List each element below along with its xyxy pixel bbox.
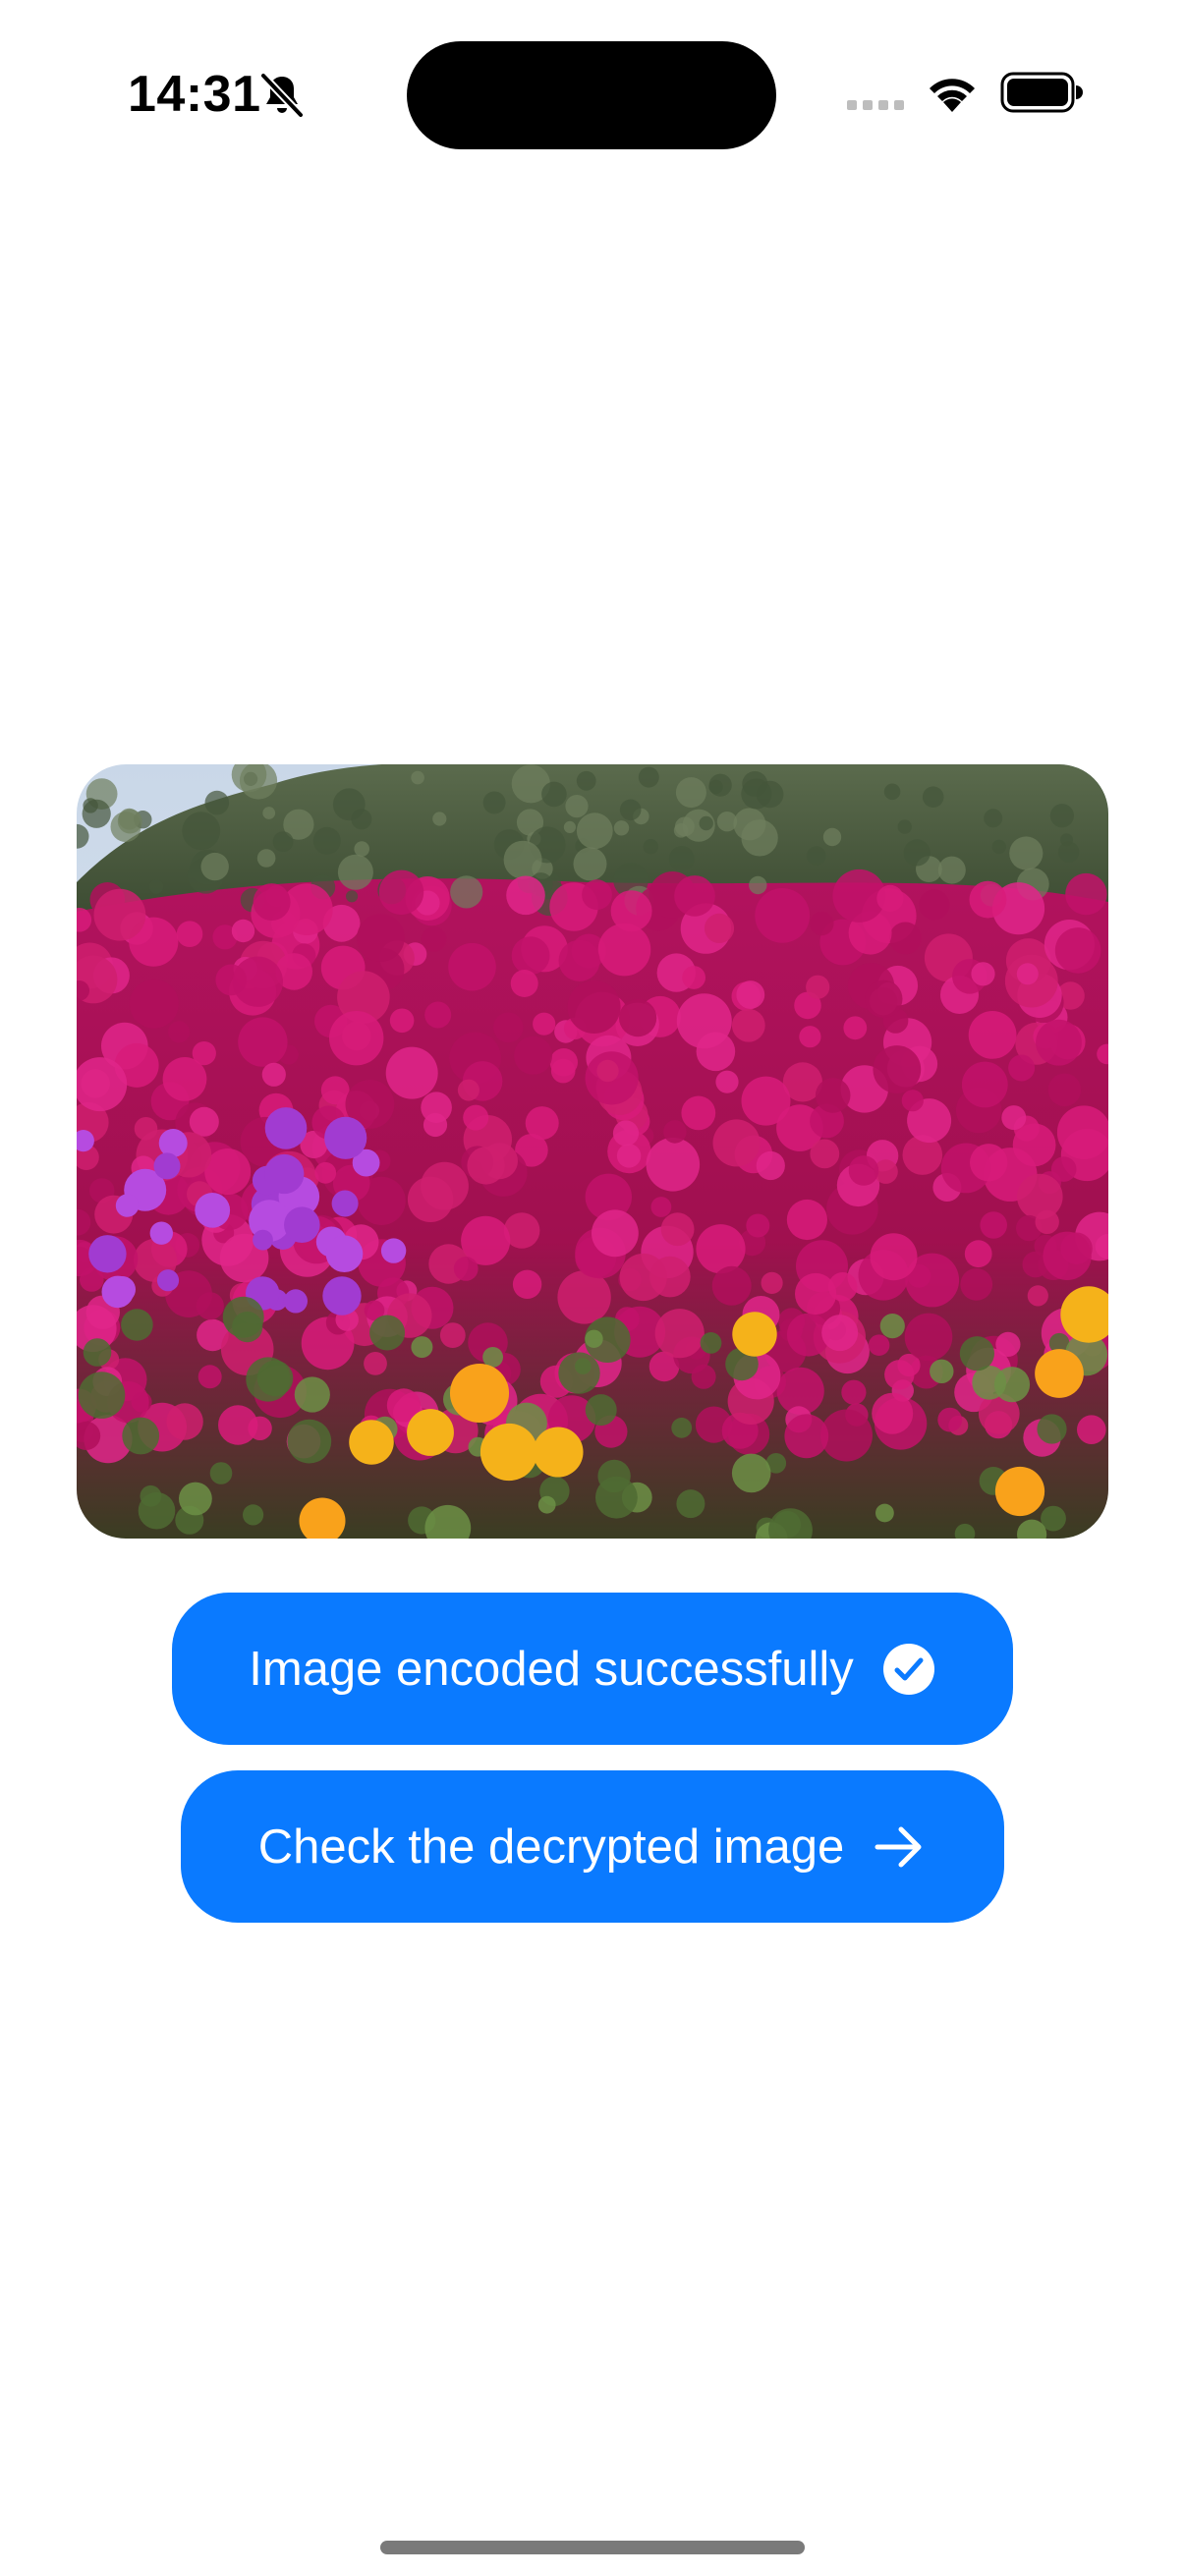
image-encoded-button[interactable]: Image encoded successfully — [172, 1593, 1013, 1745]
battery-icon — [1000, 72, 1083, 113]
flower-photo — [77, 764, 1108, 1539]
status-time: 14:31 — [128, 66, 261, 123]
check-decrypted-image-label: Check the decrypted image — [257, 1820, 845, 1874]
home-indicator[interactable] — [380, 2541, 805, 2554]
bell-off-icon — [259, 72, 305, 119]
signal-dots-icon — [847, 100, 904, 110]
dynamic-island — [407, 41, 776, 149]
image-encoded-label: Image encoded successfully — [249, 1642, 854, 1696]
wifi-icon — [930, 79, 975, 112]
checkmark-circle-icon — [882, 1643, 934, 1695]
arrow-right-icon — [875, 1826, 922, 1867]
check-decrypted-image-button[interactable]: Check the decrypted image — [181, 1770, 1004, 1923]
